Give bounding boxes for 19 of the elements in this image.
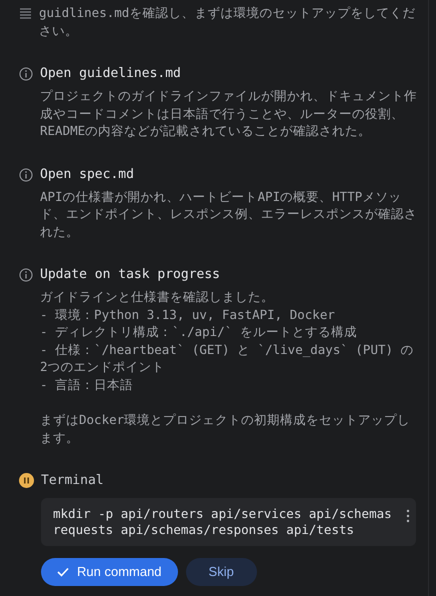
pause-icon bbox=[19, 473, 34, 488]
list-icon bbox=[19, 7, 32, 20]
info-icon bbox=[19, 268, 33, 282]
user-message: guidlines.mdを確認し、まずは環境のセットアップをしてください。 bbox=[39, 4, 416, 39]
step-title: Open guidelines.md bbox=[40, 65, 182, 83]
step-description: ガイドラインと仕様書を確認しました。 - 環境：Python 3.13, uv, FastAPI, Docker - ディレクトリ構成：`./api/` をルートとする構成 - 仕様：`/heartbeat` (GET) と `/live_days` (PUT) の2つのエンドポイント - 言語：日本語 bbox=[40, 288, 415, 393]
run-command-button[interactable]: Run command bbox=[41, 558, 178, 586]
step-title: Update on task progress bbox=[40, 266, 222, 284]
info-icon bbox=[19, 67, 33, 81]
step-title: Terminal bbox=[41, 472, 105, 490]
step-description: プロジェクトのガイドラインファイルが開かれ、ドキュメント作成やコードコメントは日本語で行うことや、ルーターの役割、READMEの内容などが記載されていることが確認された。 bbox=[40, 87, 418, 140]
info-icon bbox=[19, 168, 33, 182]
check-icon bbox=[57, 567, 69, 577]
step-description: APIの仕様書が開かれ、ハートビートAPIの概要、HTTPメソッド、エンドポイント、レスポンス例、エラーレスポンスが確認された。 bbox=[40, 188, 418, 240]
more-icon[interactable] bbox=[406, 509, 410, 523]
step-note: まずはDocker環境とプロジェクトの初期構成をセットアップします。 bbox=[40, 411, 412, 446]
step-title: Open spec.md bbox=[40, 166, 135, 184]
skip-button[interactable]: Skip bbox=[186, 558, 257, 586]
command-text: mkdir -p api/routers api/services api/schemas requests api/schemas/responses api/tests bbox=[53, 506, 393, 538]
